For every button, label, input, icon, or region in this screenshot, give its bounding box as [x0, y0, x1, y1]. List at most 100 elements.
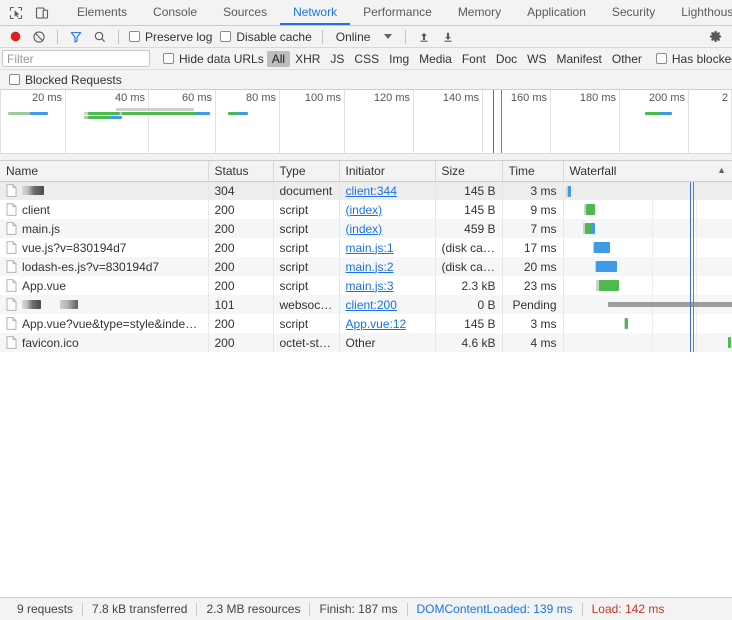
file-icon	[6, 260, 17, 273]
table-row[interactable]: 304 document client:344 145 B3 ms	[0, 181, 732, 200]
waterfall-gridline	[695, 181, 697, 200]
tab-label: Security	[611, 4, 656, 19]
waterfall-gridline	[695, 200, 697, 219]
waterfall-load-line	[692, 295, 694, 314]
tab-application[interactable]: Application	[514, 0, 599, 25]
column-header-waterfall[interactable]: Waterfall ▲	[563, 161, 732, 182]
table-row[interactable]: lodash-es.js?v=830194d7 200 script main.js:…	[0, 257, 732, 276]
clear-prohibition-icon[interactable]	[28, 27, 50, 47]
column-header-size[interactable]: Size	[435, 161, 503, 182]
filter-type-ws[interactable]: WS	[522, 51, 551, 67]
network-settings-gear-icon[interactable]	[704, 27, 726, 47]
cell-size: 145 B	[435, 314, 503, 333]
network-overview-timeline[interactable]: 20 ms 40 ms 60 ms 80 ms 100 ms 120 ms 140 ms 16…	[0, 90, 732, 161]
cell-status: 200	[208, 333, 274, 352]
waterfall-load-line	[692, 333, 694, 352]
tab-label: Memory	[457, 4, 502, 19]
initiator-link[interactable]: client:200	[346, 298, 397, 312]
table-row[interactable]: favicon.ico 200 octet-stre… Other 4.6 kB 4 ms	[0, 333, 732, 352]
cell-time: 9 ms	[502, 200, 564, 219]
initiator-link[interactable]: (index)	[346, 222, 383, 236]
cell-name: favicon.ico	[0, 333, 209, 352]
tab-console[interactable]: Console	[140, 0, 210, 25]
request-name: lodash-es.js?v=830194d7	[22, 259, 160, 274]
inspect-cursor-icon[interactable]	[6, 3, 26, 23]
filter-type-js[interactable]: JS	[325, 51, 349, 67]
table-row[interactable]: App.vue 200 script main.js:3 2.3 kB 23 ms	[0, 276, 732, 295]
tab-performance[interactable]: Performance	[350, 0, 445, 25]
filter-type-img[interactable]: Img	[384, 51, 414, 67]
filter-type-other[interactable]: Other	[607, 51, 647, 67]
filter-input[interactable]	[2, 50, 150, 67]
cell-type: script	[273, 238, 340, 257]
cell-type: script	[273, 200, 340, 219]
tab-security[interactable]: Security	[599, 0, 668, 25]
cell-time: 4 ms	[502, 333, 564, 352]
record-circle-icon[interactable]	[4, 27, 26, 47]
waterfall-dcl-line	[689, 181, 691, 200]
waterfall-bar	[593, 242, 610, 253]
network-status-bar: 9 requests 7.8 kB transferred 2.3 MB res…	[0, 597, 732, 620]
cell-waterfall	[563, 276, 732, 295]
footer-finish: Finish: 187 ms	[319, 602, 398, 616]
redacted-name-2	[60, 300, 78, 309]
column-header-type[interactable]: Type	[273, 161, 340, 182]
waterfall-gridline	[695, 257, 697, 276]
disable-cache-checkbox[interactable]: Disable cache	[217, 30, 314, 44]
tab-sources[interactable]: Sources	[210, 0, 280, 25]
has-blocked-cookies-checkbox[interactable]: Has blocked cookies	[653, 52, 732, 66]
tab-lighthouse[interactable]: Lighthouse	[668, 0, 732, 25]
table-row[interactable]: vue.js?v=830194d7 200 script main.js:1 (disk…	[0, 238, 732, 257]
cell-time: 3 ms	[502, 314, 564, 333]
filter-type-font[interactable]: Font	[457, 51, 491, 67]
file-icon	[6, 241, 17, 254]
cell-status: 200	[208, 219, 274, 238]
funnel-filter-icon[interactable]	[65, 27, 87, 47]
search-magnifier-icon[interactable]	[89, 27, 111, 47]
tab-elements[interactable]: Elements	[64, 0, 140, 25]
initiator-link[interactable]: App.vue:12	[346, 317, 407, 331]
initiator-link[interactable]: main.js:2	[346, 260, 394, 274]
waterfall-gridline	[651, 181, 653, 200]
initiator-link[interactable]: client:344	[346, 184, 397, 198]
hide-data-urls-checkbox[interactable]: Hide data URLs	[160, 52, 267, 66]
waterfall-dcl-line	[689, 257, 691, 276]
initiator-link[interactable]: main.js:3	[346, 279, 394, 293]
table-row[interactable]: client 200 script (index) 145 B9 ms	[0, 200, 732, 219]
tab-label: Elements	[77, 4, 128, 19]
overview-request-bar	[88, 112, 120, 115]
table-body: 304 document client:344 145 B3 ms client 200 s…	[0, 181, 732, 352]
filter-type-all[interactable]: All	[266, 50, 291, 67]
blocked-requests-checkbox[interactable]: Blocked Requests	[6, 73, 125, 87]
cell-type: websocket	[273, 295, 340, 314]
table-row[interactable]: main.js 200 script (index) 459 B7 ms	[0, 219, 732, 238]
throttling-select[interactable]: Online	[330, 30, 399, 44]
initiator-link[interactable]: (index)	[346, 203, 383, 217]
preserve-log-label: Preserve log	[145, 29, 213, 44]
cell-time: 17 ms	[502, 238, 564, 257]
column-header-name[interactable]: Name	[0, 161, 209, 182]
cell-waterfall	[563, 200, 732, 219]
filter-type-xhr[interactable]: XHR	[290, 51, 325, 67]
table-row[interactable]: App.vue?vue&type=style&index=0&la… 200scr…	[0, 314, 732, 333]
file-icon	[6, 203, 17, 216]
cell-initiator: client:200	[339, 295, 436, 314]
column-header-status[interactable]: Status	[208, 161, 274, 182]
sort-ascending-icon: ▲	[717, 165, 726, 175]
filter-type-media[interactable]: Media	[414, 51, 457, 67]
column-header-time[interactable]: Time	[502, 161, 564, 182]
column-header-initiator[interactable]: Initiator	[339, 161, 436, 182]
download-arrow-icon[interactable]	[437, 27, 459, 47]
upload-arrow-icon[interactable]	[413, 27, 435, 47]
table-row[interactable]: 101 websocket client:200 0 B Pending	[0, 295, 732, 314]
initiator-link[interactable]: main.js:1	[346, 241, 394, 255]
filter-type-doc[interactable]: Doc	[491, 51, 522, 67]
tab-network[interactable]: Network	[280, 0, 351, 25]
filter-type-css[interactable]: CSS	[349, 51, 384, 67]
footer-resources: 2.3 MB resources	[206, 602, 301, 616]
device-toolbar-icon[interactable]	[32, 3, 52, 23]
filter-type-manifest[interactable]: Manifest	[552, 51, 607, 67]
waterfall-bar	[585, 204, 595, 215]
preserve-log-checkbox[interactable]: Preserve log	[126, 30, 215, 44]
tab-memory[interactable]: Memory	[445, 0, 514, 25]
